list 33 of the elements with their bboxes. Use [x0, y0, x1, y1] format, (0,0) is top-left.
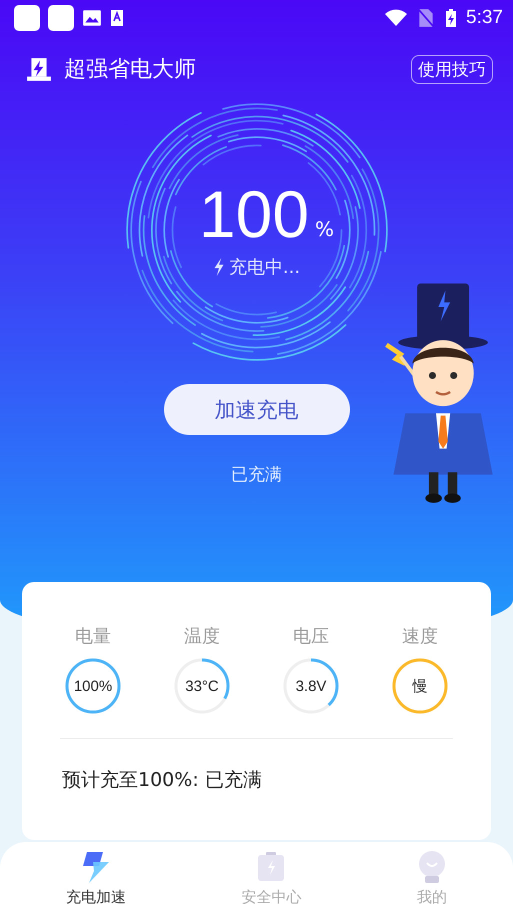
progress-ring [281, 656, 341, 716]
stat-value: 33°C [185, 678, 219, 694]
notification-icon [48, 5, 74, 31]
battery-charging-icon [444, 8, 458, 28]
stat-label: 电压 [293, 625, 329, 648]
font-icon [110, 8, 124, 28]
boost-charge-button[interactable]: 加速充电 [164, 384, 350, 435]
stat-label: 电量 [75, 625, 111, 648]
notification-icon [14, 5, 40, 31]
battery-icon [256, 850, 286, 884]
hat-bolt-icon [26, 56, 52, 82]
bolt-icon [212, 258, 225, 276]
lightbulb-icon [417, 850, 448, 884]
stat-value: 100% [74, 678, 112, 694]
progress-ring [172, 656, 232, 716]
image-icon [82, 8, 102, 28]
stat-label: 速度 [402, 625, 438, 648]
progress-ring [390, 656, 450, 716]
wifi-icon [384, 8, 408, 28]
stat-value: 慢 [412, 676, 428, 696]
charging-status: 充电中... [228, 256, 300, 279]
percent-unit: % [315, 217, 334, 241]
bolt-icon [80, 850, 111, 884]
tips-button[interactable]: 使用技巧 [411, 54, 493, 84]
battery-percent: 100 [198, 181, 310, 247]
stat-value: 3.8V [296, 678, 326, 694]
app-title: 超强省电大师 [64, 56, 196, 84]
charge-estimate: 预计充至100%: 已充满 [61, 768, 263, 793]
nav-tab[interactable]: 充电加速 [60, 842, 132, 916]
progress-ring [63, 656, 123, 716]
charge-state: 已充满 [231, 464, 282, 486]
stat-label: 温度 [184, 625, 220, 648]
clock-time: 5:37 [466, 7, 503, 29]
